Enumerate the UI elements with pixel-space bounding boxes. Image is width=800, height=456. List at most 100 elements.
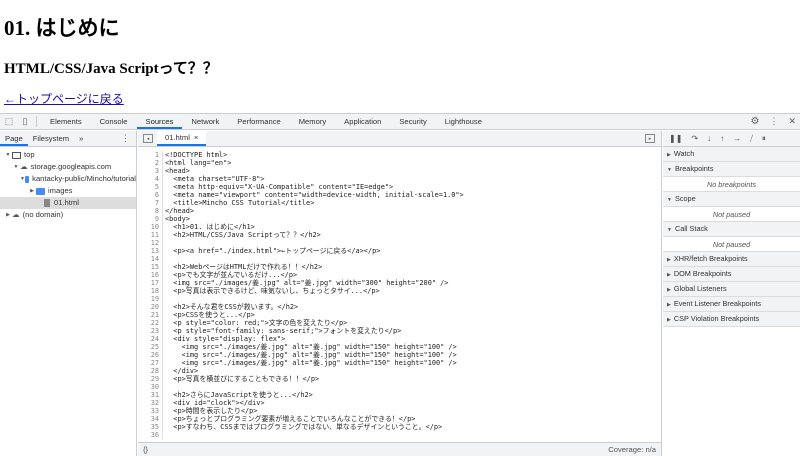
pause-icon[interactable]: ❚❚ (669, 134, 682, 143)
line-number[interactable]: 26 (138, 351, 163, 359)
tab-memory[interactable]: Memory (290, 114, 335, 129)
code-text: <h1>01. はじめに</h1> (165, 223, 255, 231)
line-number[interactable]: 15 (138, 263, 163, 271)
deactivate-breakpoints-icon[interactable]: ⧸ (750, 134, 753, 144)
line-number[interactable]: 22 (138, 319, 163, 327)
rendered-page: 01. はじめに HTML/CSS/Java Scriptって？？ ←トップペー… (0, 0, 800, 113)
section-watch[interactable]: ▶ Watch (663, 147, 800, 162)
device-toolbar-icon[interactable]: ▯ (18, 116, 32, 127)
line-number[interactable]: 34 (138, 415, 163, 423)
step-over-icon[interactable]: ↷ (691, 134, 698, 143)
tree-item[interactable]: ▼ top (0, 149, 136, 161)
step-into-icon[interactable]: ↓ (707, 134, 711, 143)
section-event-listener-breakpoints[interactable]: ▶ Event Listener Breakpoints (663, 297, 800, 312)
line-number[interactable]: 30 (138, 383, 163, 391)
line-number[interactable]: 27 (138, 359, 163, 367)
tab-performance[interactable]: Performance (228, 114, 289, 129)
tab-page[interactable]: Page (0, 131, 28, 146)
pretty-print-button[interactable]: {} (143, 445, 148, 454)
line-number[interactable]: 17 (138, 279, 163, 287)
line-number[interactable]: 10 (138, 223, 163, 231)
folder-icon (36, 187, 45, 195)
step-icon[interactable]: → (733, 134, 741, 143)
line-number[interactable]: 32 (138, 399, 163, 407)
code-line: 25 <img src="./images/姜.jpg" alt="姜.jpg"… (138, 343, 661, 351)
pause-on-exceptions-icon[interactable]: ⏸ (762, 134, 766, 144)
tab-elements[interactable]: Elements (41, 114, 91, 129)
code-line: 12 (138, 239, 661, 247)
close-icon[interactable]: ✕ (788, 116, 796, 127)
tab-lighthouse[interactable]: Lighthouse (436, 114, 491, 129)
back-to-top-link[interactable]: ←トップページに戻る (4, 90, 124, 107)
line-number[interactable]: 16 (138, 271, 163, 279)
line-number[interactable]: 7 (138, 199, 163, 207)
code-line: 35 <p>すなわち、CSSまではプログラミングではない、単なるデザインというこ… (138, 423, 661, 431)
tab-application[interactable]: Application (335, 114, 390, 129)
navigator-menu-icon[interactable]: ⋮ (121, 133, 130, 144)
code-line: 13 <p><a href="./index.html">←トップページに戻る<… (138, 247, 661, 255)
line-number[interactable]: 9 (138, 215, 163, 223)
line-number[interactable]: 18 (138, 287, 163, 295)
section-xhr-fetch-breakpoints[interactable]: ▶ XHR/fetch Breakpoints (663, 252, 800, 267)
more-options-icon[interactable]: ⋮ (769, 116, 778, 127)
line-number[interactable]: 33 (138, 407, 163, 415)
line-number[interactable]: 28 (138, 367, 163, 375)
section-csp-violation-breakpoints[interactable]: ▶ CSP Violation Breakpoints (663, 312, 800, 327)
line-number[interactable]: 25 (138, 343, 163, 351)
section-scope[interactable]: ▼ Scope (663, 192, 800, 207)
tree-item[interactable]: ▶ ☁ (no domain) (0, 209, 136, 221)
code-line: 17 <img src="./images/姜.jpg" alt="姜.jpg"… (138, 279, 661, 287)
line-number[interactable]: 1 (138, 151, 163, 159)
toggle-debugger-icon[interactable]: ▸ (645, 134, 655, 143)
tab-console[interactable]: Console (91, 114, 137, 129)
line-number[interactable]: 13 (138, 247, 163, 255)
page-heading: 01. はじめに (4, 16, 120, 40)
tab-sources[interactable]: Sources (136, 114, 183, 129)
section-breakpoints[interactable]: ▼ Breakpoints (663, 162, 800, 177)
toggle-navigator-icon[interactable]: ◂ (143, 134, 153, 143)
line-number[interactable]: 11 (138, 231, 163, 239)
line-number[interactable]: 20 (138, 303, 163, 311)
line-number[interactable]: 31 (138, 391, 163, 399)
section-global-listeners[interactable]: ▶ Global Listeners (663, 282, 800, 297)
line-number[interactable]: 5 (138, 183, 163, 191)
line-number[interactable]: 29 (138, 375, 163, 383)
line-number[interactable]: 6 (138, 191, 163, 199)
line-number[interactable]: 14 (138, 255, 163, 263)
line-number[interactable]: 35 (138, 423, 163, 431)
close-tab-icon[interactable]: × (194, 133, 198, 142)
tree-item[interactable]: ▼ ☁ storage.googleapis.com (0, 161, 136, 173)
code-text: <h2>さらにJavaScriptを使うと...</h2> (165, 391, 313, 399)
code-editor[interactable]: 1 <!DOCTYPE html> 2 <html lang="en"> 3 <head>… (138, 151, 661, 441)
expand-arrow-icon[interactable]: ▼ (4, 149, 12, 161)
tree-item[interactable]: ▼ kantacky-public/Mincho/tutorial (0, 173, 136, 185)
collapse-arrow-icon[interactable]: ▶ (28, 185, 36, 197)
line-number[interactable]: 24 (138, 335, 163, 343)
line-number[interactable]: 4 (138, 175, 163, 183)
code-text: <p>すなわち、CSSまではプログラミングではない、単なるデザインということ。<… (165, 423, 443, 431)
line-number[interactable]: 19 (138, 295, 163, 303)
collapse-arrow-icon[interactable]: ▶ (4, 209, 12, 221)
tab-network[interactable]: Network (182, 114, 228, 129)
more-tabs-button[interactable]: » (74, 131, 88, 146)
line-number[interactable]: 8 (138, 207, 163, 215)
step-out-icon[interactable]: ↑ (720, 134, 724, 143)
tree-item[interactable]: 01.html (0, 197, 136, 209)
section-dom-breakpoints[interactable]: ▶ DOM Breakpoints (663, 267, 800, 282)
line-number[interactable]: 36 (138, 431, 163, 439)
inspect-element-icon[interactable]: ⬚ (0, 116, 18, 127)
line-number[interactable]: 23 (138, 327, 163, 335)
tab-security[interactable]: Security (390, 114, 435, 129)
line-number[interactable]: 21 (138, 311, 163, 319)
tree-item[interactable]: ▶ images (0, 185, 136, 197)
code-text: </head> (165, 207, 195, 215)
tab-filesystem[interactable]: Filesystem (28, 131, 74, 146)
code-line: 11 <h2>HTML/CSS/Java Scriptって？？</h2> (138, 231, 661, 239)
settings-gear-icon[interactable]: ⚙ (750, 116, 759, 127)
line-number[interactable]: 3 (138, 167, 163, 175)
file-tab[interactable]: 01.html × (157, 131, 207, 146)
line-number[interactable]: 2 (138, 159, 163, 167)
expand-arrow-icon[interactable]: ▼ (12, 161, 20, 173)
line-number[interactable]: 12 (138, 239, 163, 247)
section-call-stack[interactable]: ▼ Call Stack (663, 222, 800, 237)
